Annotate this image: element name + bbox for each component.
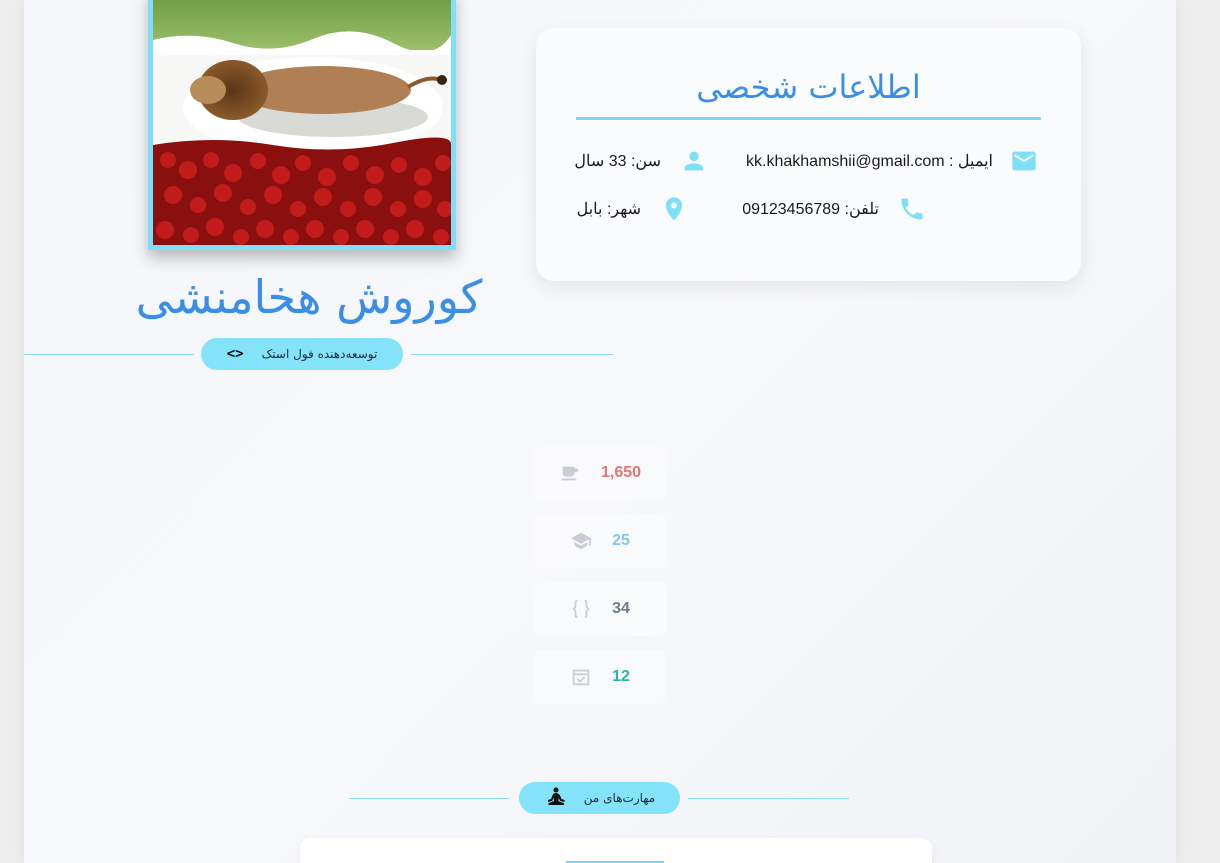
mail-icon	[1009, 146, 1039, 176]
stat-value: 12	[612, 668, 630, 685]
role-divider-right	[411, 354, 613, 355]
page-container: کوروش هخامنشی توسعه‌دهنده فول استک <> اط…	[24, 0, 1176, 863]
graduation-cap-icon	[571, 532, 592, 550]
card-title: اطلاعات شخصی	[696, 68, 921, 106]
stat-value: 1,650	[600, 464, 642, 481]
curly-braces-icon	[572, 599, 590, 619]
skills-divider-left	[349, 798, 509, 799]
city-text: شهر: بابل	[576, 201, 641, 218]
role-badge: توسعه‌دهنده فول استک <>	[201, 338, 403, 370]
phone-icon	[897, 194, 927, 224]
phone-text: تلفن: 09123456789	[742, 201, 879, 218]
stat-value: 34	[612, 600, 630, 617]
stat-coffee: 1,650	[533, 446, 667, 500]
stat-projects: 34	[533, 582, 667, 636]
profile-photo	[148, 0, 456, 250]
skills-badge: مهارت‌های من	[519, 782, 680, 814]
phone-info: تلفن: 09123456789	[742, 194, 927, 224]
profile-name: کوروش هخامنشی	[135, 270, 483, 324]
city-info: شهر: بابل	[577, 194, 689, 224]
skills-card	[300, 838, 932, 863]
location-icon	[659, 194, 689, 224]
stat-education: 25	[533, 514, 667, 568]
email-info: ایمیل : kk.khakhamshii@gmail.com	[746, 146, 1039, 176]
age-text: سن: 33 سال	[574, 153, 661, 170]
skills-divider-right	[688, 798, 849, 799]
skills-label: مهارت‌های من	[583, 791, 656, 805]
email-text: ایمیل : kk.khakhamshii@gmail.com	[746, 153, 993, 170]
coffee-icon	[561, 466, 579, 481]
role-label: توسعه‌دهنده فول استک	[261, 347, 378, 361]
role-divider-left	[24, 354, 194, 355]
calendar-check-icon	[572, 669, 590, 686]
meditation-icon	[547, 787, 565, 805]
stat-value: 25	[612, 532, 630, 549]
age-info: سن: 33 سال	[574, 146, 709, 176]
stat-tasks: 12	[533, 650, 667, 704]
card-title-underline	[576, 117, 1041, 120]
code-icon: <>	[226, 346, 244, 362]
personal-info-card: اطلاعات شخصی ایمیل : kk.khakhamshii@gmai…	[536, 28, 1081, 281]
person-icon	[679, 146, 709, 176]
